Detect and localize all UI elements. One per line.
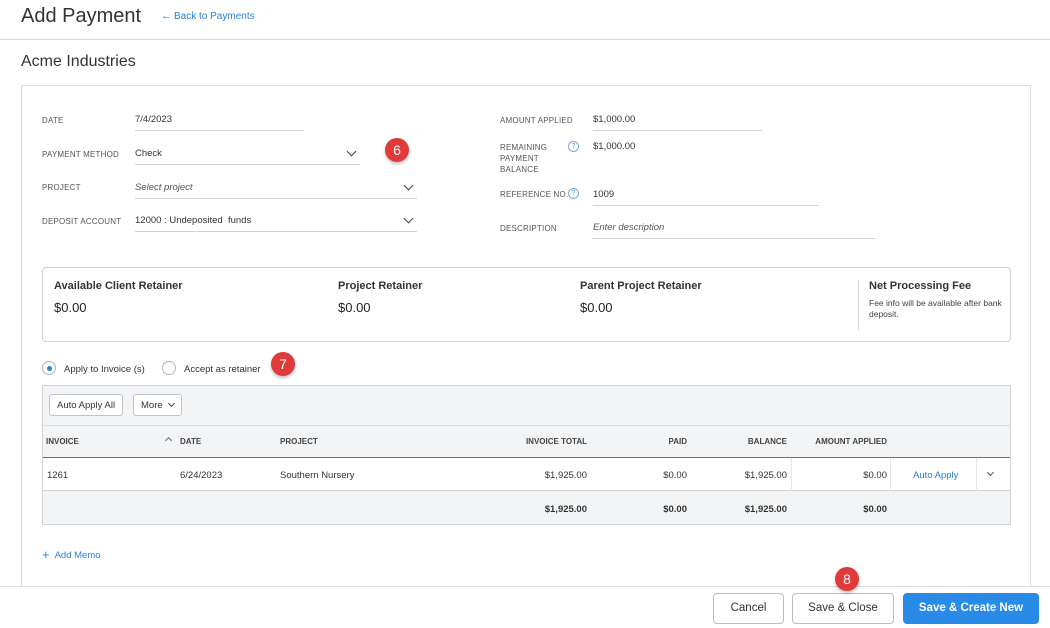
col-project[interactable]: PROJECT bbox=[280, 437, 318, 446]
amount-applied-input[interactable]: $0.00 bbox=[787, 470, 887, 481]
cell-invoice: 1261 bbox=[47, 470, 69, 481]
description-placeholder: Enter description bbox=[593, 222, 665, 233]
chevron-down-icon bbox=[346, 146, 357, 157]
date-label: DATE bbox=[42, 116, 64, 125]
description-label: DESCRIPTION bbox=[500, 224, 557, 233]
more-button[interactable]: More bbox=[133, 394, 182, 416]
back-to-payments-link[interactable]: ← Back to Payments bbox=[161, 10, 255, 22]
remaining-balance-label: REMAINING PAYMENT BALANCE bbox=[500, 143, 548, 174]
help-icon[interactable]: ? bbox=[568, 141, 579, 152]
page-header: Add Payment ← Back to Payments bbox=[0, 0, 1050, 40]
cancel-button[interactable]: Cancel bbox=[713, 593, 784, 624]
parent-project-retainer-value: $0.00 bbox=[580, 300, 613, 315]
project-placeholder: Select project bbox=[135, 182, 193, 193]
col-paid[interactable]: PAID bbox=[603, 437, 687, 446]
retainer-summary: Available Client Retainer $0.00 Project … bbox=[42, 267, 1011, 342]
divider bbox=[976, 458, 977, 491]
project-select[interactable]: Select project bbox=[135, 177, 417, 199]
plus-icon: + bbox=[42, 547, 50, 562]
add-memo-link[interactable]: + Add Memo bbox=[42, 546, 101, 562]
cell-project: Southern Nursery bbox=[280, 470, 355, 481]
divider bbox=[858, 280, 859, 330]
project-retainer-title: Project Retainer bbox=[338, 280, 423, 292]
reference-no-value: 1009 bbox=[593, 189, 615, 200]
parent-project-retainer-title: Parent Project Retainer bbox=[580, 280, 702, 292]
total-amount-applied: $0.00 bbox=[863, 504, 887, 515]
client-name: Acme Industries bbox=[21, 53, 136, 70]
deposit-account-select[interactable]: 12000 : Undeposited funds bbox=[135, 210, 417, 232]
chevron-down-icon bbox=[403, 180, 414, 191]
remaining-balance-value: $1,000.00 bbox=[593, 141, 636, 152]
save-and-close-button[interactable]: Save & Close bbox=[792, 593, 894, 624]
annotation-badge-8: 8 bbox=[835, 567, 859, 591]
accept-as-retainer-radio[interactable] bbox=[162, 361, 176, 375]
annotation-badge-7: 7 bbox=[271, 352, 295, 376]
project-retainer-value: $0.00 bbox=[338, 300, 371, 315]
amount-applied-label: AMOUNT APPLIED bbox=[500, 116, 573, 125]
deposit-account-value: 12000 : Undeposited funds bbox=[135, 215, 252, 226]
help-icon[interactable]: ? bbox=[568, 188, 579, 199]
invoice-table: Auto Apply All More INVOICE DATE PROJECT… bbox=[42, 385, 1011, 525]
col-amount-applied[interactable]: AMOUNT APPLIED bbox=[787, 437, 887, 446]
chevron-down-icon bbox=[403, 213, 414, 224]
annotation-badge-6: 6 bbox=[385, 138, 409, 162]
col-invoice-total[interactable]: INVOICE TOTAL bbox=[463, 437, 587, 446]
cell-date: 6/24/2023 bbox=[180, 470, 223, 481]
available-client-retainer-title: Available Client Retainer bbox=[54, 280, 183, 292]
accept-as-retainer-label: Accept as retainer bbox=[184, 364, 261, 375]
project-label: PROJECT bbox=[42, 183, 81, 192]
deposit-account-label: DEPOSIT ACCOUNT bbox=[42, 217, 122, 226]
net-processing-fee-info: Fee info will be available after bank de… bbox=[869, 298, 1002, 319]
cell-balance: $1,925.00 bbox=[744, 470, 787, 481]
arrow-left-icon: ← bbox=[161, 10, 172, 22]
col-invoice[interactable]: INVOICE bbox=[46, 437, 79, 446]
divider bbox=[890, 458, 891, 491]
table-totals: $1,925.00 $0.00 $1,925.00 $0.00 bbox=[43, 492, 1010, 524]
available-client-retainer-value: $0.00 bbox=[54, 300, 87, 315]
auto-apply-all-button[interactable]: Auto Apply All bbox=[49, 394, 124, 416]
amount-applied-value: $1,000.00 bbox=[593, 114, 636, 125]
payment-method-select[interactable]: Check bbox=[135, 143, 360, 165]
payment-method-value: Check bbox=[135, 148, 162, 159]
table-header: INVOICE DATE PROJECT INVOICE TOTAL PAID … bbox=[43, 425, 1010, 458]
amount-applied-field: $1,000.00 bbox=[593, 109, 762, 131]
payment-method-label: PAYMENT METHOD bbox=[42, 150, 120, 159]
col-date[interactable]: DATE bbox=[180, 437, 201, 446]
auto-apply-link[interactable]: Auto Apply bbox=[913, 470, 958, 481]
total-invoice-total: $1,925.00 bbox=[544, 504, 587, 515]
total-balance: $1,925.00 bbox=[744, 504, 787, 515]
cell-paid: $0.00 bbox=[663, 470, 687, 481]
date-value: 7/4/2023 bbox=[135, 114, 172, 125]
date-field[interactable]: 7/4/2023 bbox=[135, 109, 304, 131]
chevron-down-icon[interactable] bbox=[986, 468, 995, 477]
sort-up-icon[interactable] bbox=[164, 436, 173, 445]
save-and-create-new-button[interactable]: Save & Create New bbox=[903, 593, 1039, 624]
total-paid: $0.00 bbox=[663, 504, 687, 515]
description-field[interactable]: Enter description bbox=[593, 217, 875, 239]
net-processing-fee-title: Net Processing Fee bbox=[869, 280, 972, 292]
col-balance[interactable]: BALANCE bbox=[703, 437, 787, 446]
cell-invoice-total: $1,925.00 bbox=[544, 470, 587, 481]
reference-no-label: REFERENCE NO. bbox=[500, 190, 569, 199]
table-row: 1261 6/24/2023 Southern Nursery $1,925.0… bbox=[43, 458, 1010, 491]
chevron-down-icon bbox=[167, 399, 175, 408]
apply-to-invoice-label: Apply to Invoice (s) bbox=[64, 364, 145, 375]
page-title: Add Payment bbox=[21, 5, 142, 27]
apply-to-invoice-radio[interactable] bbox=[42, 361, 56, 375]
reference-no-field[interactable]: 1009 bbox=[593, 184, 819, 206]
back-link-label: Back to Payments bbox=[174, 11, 255, 22]
